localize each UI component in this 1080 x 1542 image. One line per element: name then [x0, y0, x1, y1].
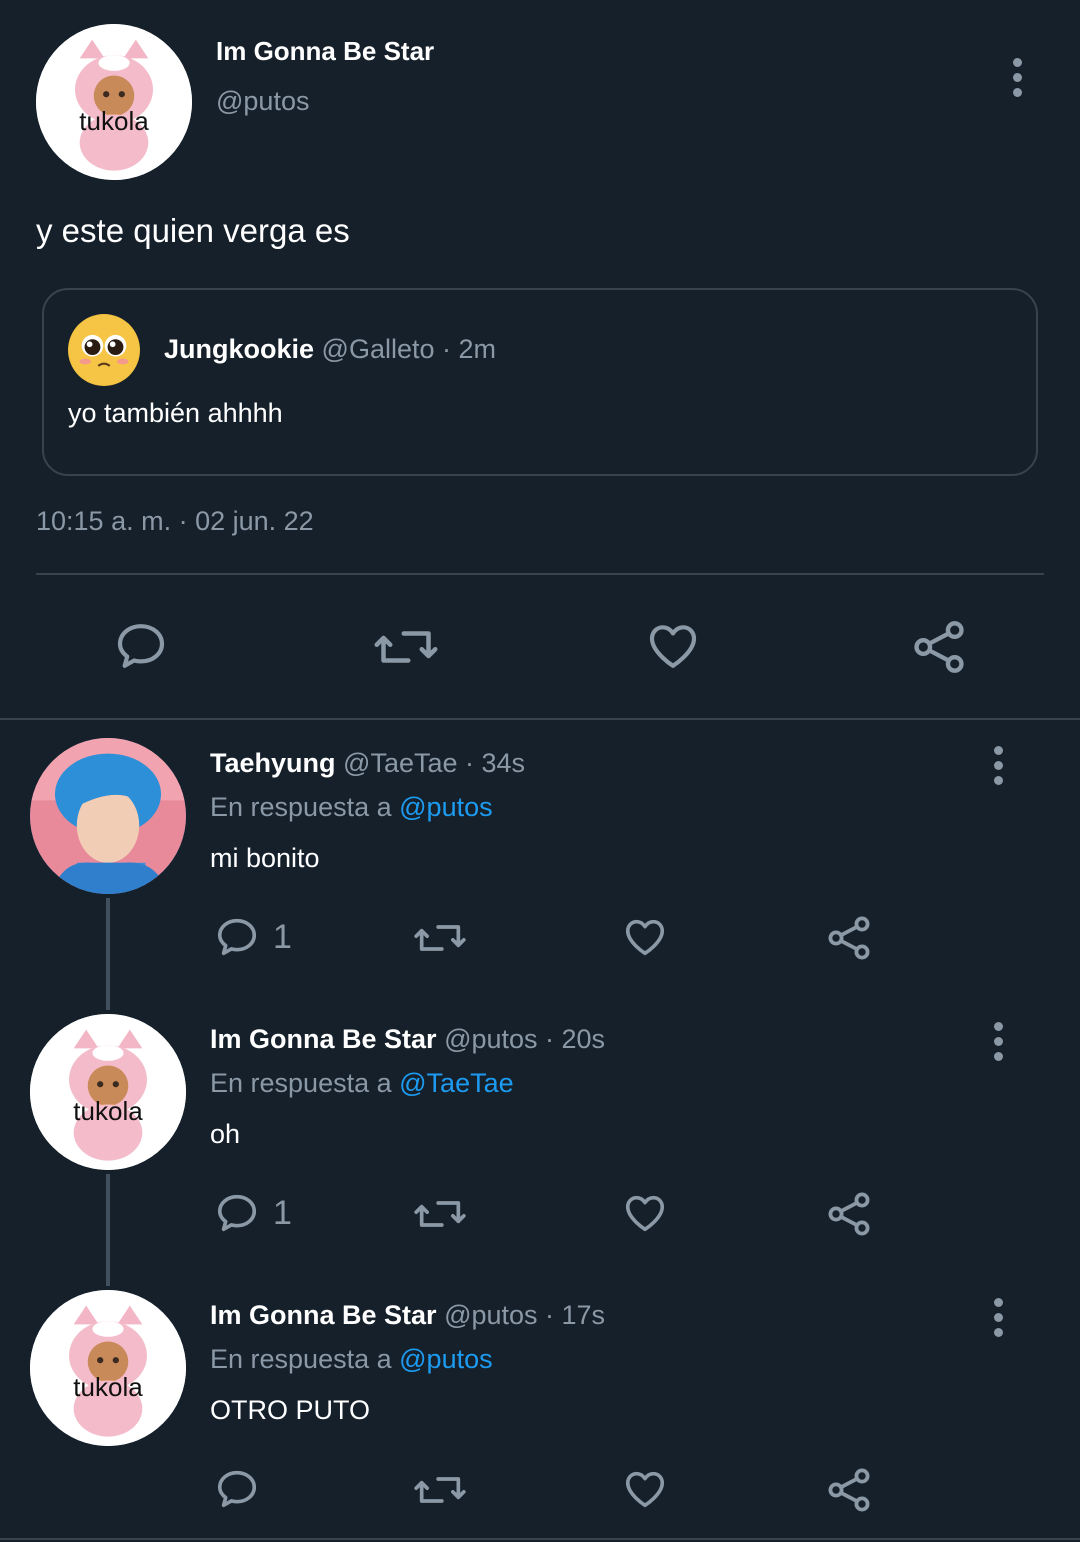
thread-connector [106, 1174, 110, 1286]
reply-context: En respuesta a @TaeTae [210, 1068, 514, 1099]
divider [36, 573, 1044, 575]
pink-plush-avatar-image [36, 24, 192, 180]
heart-icon [625, 1471, 665, 1508]
pleading-face-emoji-image [69, 315, 139, 385]
quoted-handle-time: @Galleto · 2m [321, 334, 497, 364]
share-icon [914, 621, 964, 673]
comment-icon [117, 624, 165, 668]
reply-handle-time: @TaeTae · 34s [343, 748, 526, 778]
comment-icon [217, 1194, 257, 1232]
pink-plush-avatar-image [30, 1290, 186, 1446]
reply-context: En respuesta a @putos [210, 792, 493, 823]
share-icon [828, 1192, 870, 1236]
quoted-author-avatar [68, 314, 140, 386]
retweet-button[interactable] [372, 620, 440, 674]
retweet-button[interactable] [412, 916, 468, 960]
avatar-caption: tukola [73, 1372, 143, 1402]
quoted-author-line: Jungkookie @Galleto · 2m [164, 334, 496, 365]
comment-icon [217, 918, 257, 956]
reply-handle-time: @putos · 20s [444, 1024, 606, 1054]
retweet-icon [374, 631, 438, 663]
reply-text: oh [210, 1119, 241, 1149]
reply-avatar[interactable] [30, 738, 186, 894]
more-vertical-icon [993, 1022, 1003, 1031]
retweet-button[interactable] [412, 1468, 468, 1512]
share-icon [828, 1468, 870, 1512]
retweet-icon [414, 925, 466, 951]
reply-display-name[interactable]: Im Gonna Be Star [210, 1024, 437, 1054]
tweet-timestamp[interactable]: 10:15 a. m. · 02 jun. 22 [36, 506, 314, 537]
reply-button[interactable]: 1 [213, 1190, 292, 1236]
share-button[interactable] [825, 1466, 873, 1514]
reply-prefix: En respuesta a [210, 792, 392, 822]
more-options-button[interactable] [992, 1298, 1004, 1337]
heart-icon [625, 1195, 665, 1232]
retweet-icon [414, 1201, 466, 1227]
heart-icon [649, 625, 697, 668]
reply-to-mention[interactable]: @putos [399, 1344, 492, 1374]
author-display-name[interactable]: Im Gonna Be Star [216, 36, 434, 67]
share-icon [828, 916, 870, 960]
share-button[interactable] [825, 1190, 873, 1238]
reply-avatar[interactable]: tukola [30, 1290, 186, 1446]
reply-avatar[interactable]: tukola [30, 1014, 186, 1170]
more-options-button[interactable] [992, 1022, 1004, 1061]
reply-to-mention[interactable]: @putos [399, 792, 492, 822]
reply-to-mention[interactable]: @TaeTae [399, 1068, 513, 1098]
reply-button[interactable]: 1 [213, 914, 292, 960]
author-handle[interactable]: @putos [216, 86, 309, 117]
reply-display-name[interactable]: Im Gonna Be Star [210, 1300, 437, 1330]
reply-author-line: Im Gonna Be Star @putos · 17s [210, 1300, 605, 1331]
like-button[interactable] [621, 914, 669, 960]
more-vertical-icon [1012, 58, 1022, 67]
reply-button[interactable] [213, 1466, 273, 1512]
reply-handle-time: @putos · 17s [444, 1300, 606, 1330]
like-button[interactable] [621, 1466, 669, 1512]
reply-text: OTRO PUTO [210, 1395, 371, 1425]
quoted-tweet-card[interactable] [42, 288, 1038, 476]
like-button[interactable] [621, 1190, 669, 1236]
retweet-icon [414, 1477, 466, 1503]
pink-plush-avatar-image [30, 1014, 186, 1170]
blue-hair-person-avatar-image [30, 738, 186, 894]
reply-count: 1 [273, 1193, 292, 1232]
share-button[interactable] [910, 618, 968, 676]
author-avatar[interactable]: tukola [36, 24, 192, 180]
like-button[interactable] [644, 618, 702, 674]
avatar-caption: tukola [79, 106, 149, 136]
reply-author-line: Taehyung @TaeTae · 34s [210, 748, 525, 779]
retweet-button[interactable] [412, 1192, 468, 1236]
reply-prefix: En respuesta a [210, 1344, 392, 1374]
thread-connector [106, 898, 110, 1010]
comment-icon [217, 1470, 257, 1508]
quoted-display-name: Jungkookie [164, 334, 315, 364]
reply-context: En respuesta a @putos [210, 1344, 493, 1375]
more-vertical-icon [993, 746, 1003, 755]
reply-display-name[interactable]: Taehyung [210, 748, 336, 778]
tweet-text: y este quien verga es [36, 212, 350, 249]
more-vertical-icon [993, 1298, 1003, 1307]
bottom-divider [0, 1538, 1080, 1540]
reply-author-line: Im Gonna Be Star @putos · 20s [210, 1024, 605, 1055]
more-options-button[interactable] [992, 746, 1004, 785]
reply-button[interactable] [112, 618, 170, 674]
heart-icon [625, 919, 665, 956]
reply-count: 1 [273, 917, 292, 956]
more-options-button[interactable] [1011, 58, 1023, 97]
quoted-tweet-text: yo también ahhhh [68, 398, 283, 428]
avatar-caption: tukola [73, 1096, 143, 1126]
share-button[interactable] [825, 914, 873, 962]
reply-prefix: En respuesta a [210, 1068, 392, 1098]
section-divider [0, 718, 1080, 720]
reply-text: mi bonito [210, 843, 320, 873]
